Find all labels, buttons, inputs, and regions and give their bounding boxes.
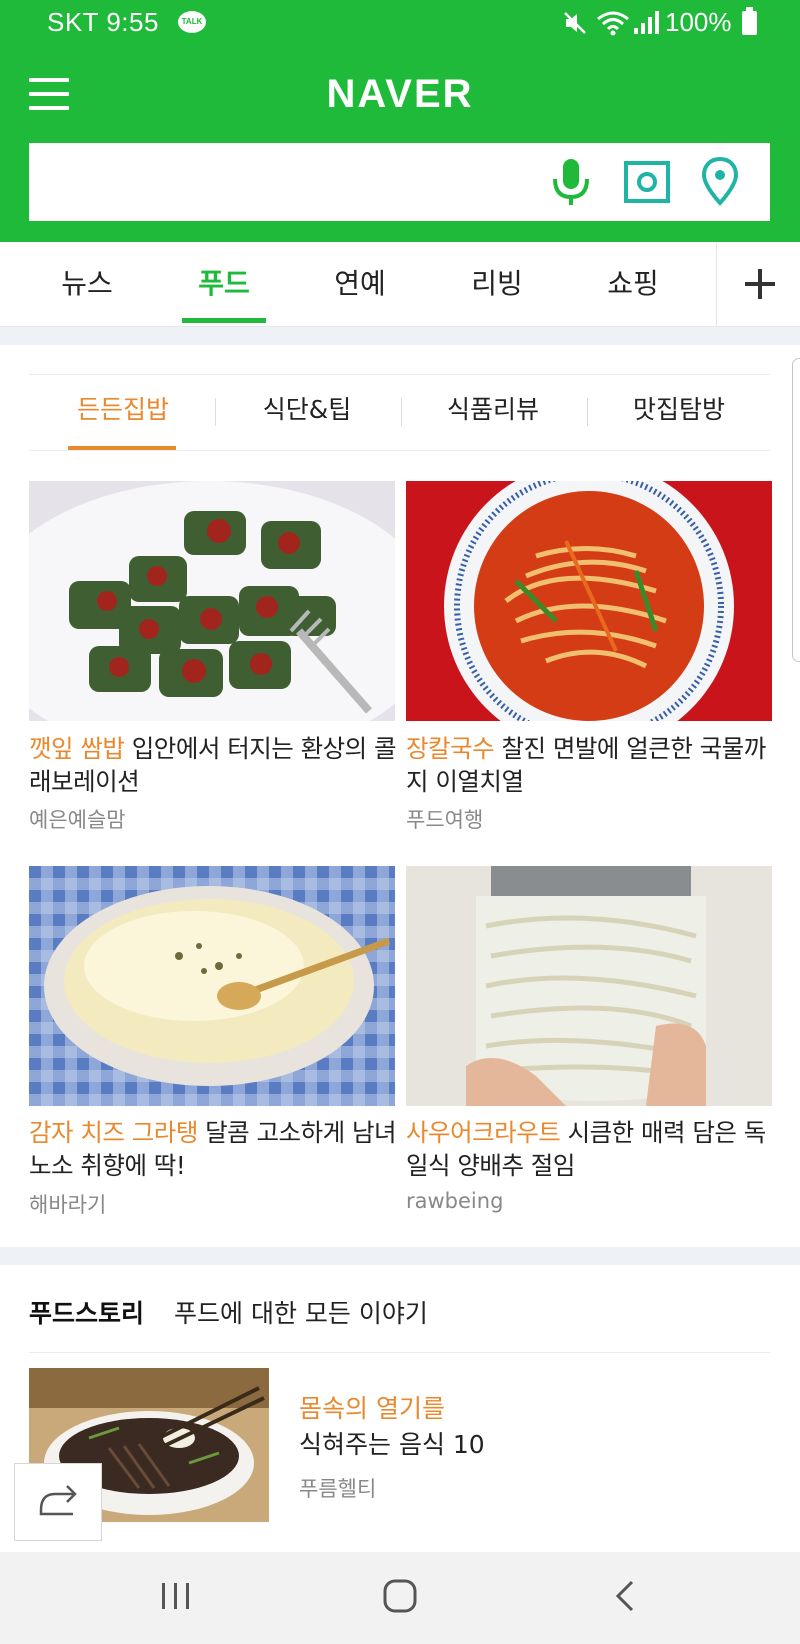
card-thumbnail[interactable] xyxy=(29,481,395,721)
section-divider xyxy=(0,1247,800,1265)
add-tab-icon[interactable] xyxy=(742,266,778,302)
location-search-icon[interactable] xyxy=(700,156,740,208)
story-author: 푸름헬티 xyxy=(299,1477,377,1501)
category-tabs: 뉴스 푸드 연예 리빙 쇼핑 xyxy=(0,242,800,327)
subtab-home-meals[interactable]: 든든집밥 xyxy=(48,390,198,430)
subtab-food-review[interactable]: 식품리뷰 xyxy=(418,390,568,430)
wifi-icon xyxy=(597,11,629,36)
tab-entertainment[interactable]: 연예 xyxy=(318,242,402,326)
card-highlight: 사우어크라우트 xyxy=(406,1118,561,1147)
divider xyxy=(215,398,216,426)
card-title[interactable]: 장칼국수 찰진 면발에 얼큰한 국물까지 이열치열 xyxy=(406,732,776,798)
card-thumbnail[interactable] xyxy=(406,481,772,721)
divider xyxy=(401,398,402,426)
battery-percent: 100% xyxy=(665,7,732,37)
tab-shopping[interactable]: 쇼핑 xyxy=(591,242,675,326)
card-title[interactable]: 사우어크라우트 시큼한 매력 담은 독일식 양배추 절임 xyxy=(406,1116,776,1182)
voice-search-icon[interactable] xyxy=(550,157,592,207)
share-icon xyxy=(39,1485,77,1516)
card-author: 푸드여행 xyxy=(406,808,484,832)
subtab-diet-tips[interactable]: 식단&팁 xyxy=(232,390,382,430)
scroll-handle[interactable] xyxy=(792,358,800,662)
tab-food[interactable]: 푸드 xyxy=(182,242,266,326)
section-subtitle: 푸드에 대한 모든 이야기 xyxy=(174,1299,428,1328)
divider xyxy=(29,1352,770,1353)
divider xyxy=(29,450,770,451)
carrier-time: SKT 9:55 xyxy=(47,7,159,37)
naver-logo[interactable]: NAVER xyxy=(0,72,800,117)
card-highlight: 감자 치즈 그라탱 xyxy=(29,1118,198,1147)
kakaotalk-badge-text: TALK xyxy=(181,17,203,26)
divider xyxy=(587,398,588,426)
home-icon[interactable] xyxy=(382,1578,418,1614)
image-search-icon[interactable] xyxy=(623,160,671,204)
kakaotalk-icon: TALK xyxy=(178,11,206,33)
section-title[interactable]: 푸드스토리 xyxy=(29,1294,144,1330)
card-author: 해바라기 xyxy=(29,1193,107,1217)
active-tab-indicator xyxy=(182,318,266,323)
card-thumbnail[interactable] xyxy=(29,866,395,1106)
recent-apps-icon[interactable] xyxy=(158,1581,194,1611)
search-input[interactable] xyxy=(29,143,549,221)
share-button[interactable] xyxy=(14,1463,102,1541)
divider xyxy=(716,242,717,326)
divider xyxy=(29,374,770,375)
subtab-restaurant-tour[interactable]: 맛집탐방 xyxy=(604,390,754,430)
signal-icon xyxy=(634,11,659,34)
card-author: rawbeing xyxy=(406,1189,504,1213)
card-highlight: 장칼국수 xyxy=(406,734,495,763)
story-highlight[interactable]: 몸속의 열기를 xyxy=(299,1389,445,1425)
card-title[interactable]: 감자 치즈 그라탱 달콤 고소하게 남녀노소 취향에 딱! xyxy=(29,1116,399,1182)
story-title[interactable]: 식혀주는 음식 10 xyxy=(299,1425,485,1461)
tab-living[interactable]: 리빙 xyxy=(455,242,539,326)
back-icon[interactable] xyxy=(612,1578,638,1614)
status-bar: SKT 9:55 TALK 100% xyxy=(0,0,800,47)
card-highlight: 깻잎 쌈밥 xyxy=(29,734,125,763)
card-author: 예은예슬맘 xyxy=(29,808,126,832)
battery-icon xyxy=(742,7,757,35)
tab-news[interactable]: 뉴스 xyxy=(45,242,129,326)
mute-icon xyxy=(564,12,586,34)
card-thumbnail[interactable] xyxy=(406,866,772,1106)
section-divider xyxy=(0,327,800,345)
card-title[interactable]: 깻잎 쌈밥 입안에서 터지는 환상의 콜래보레이션 xyxy=(29,732,399,798)
